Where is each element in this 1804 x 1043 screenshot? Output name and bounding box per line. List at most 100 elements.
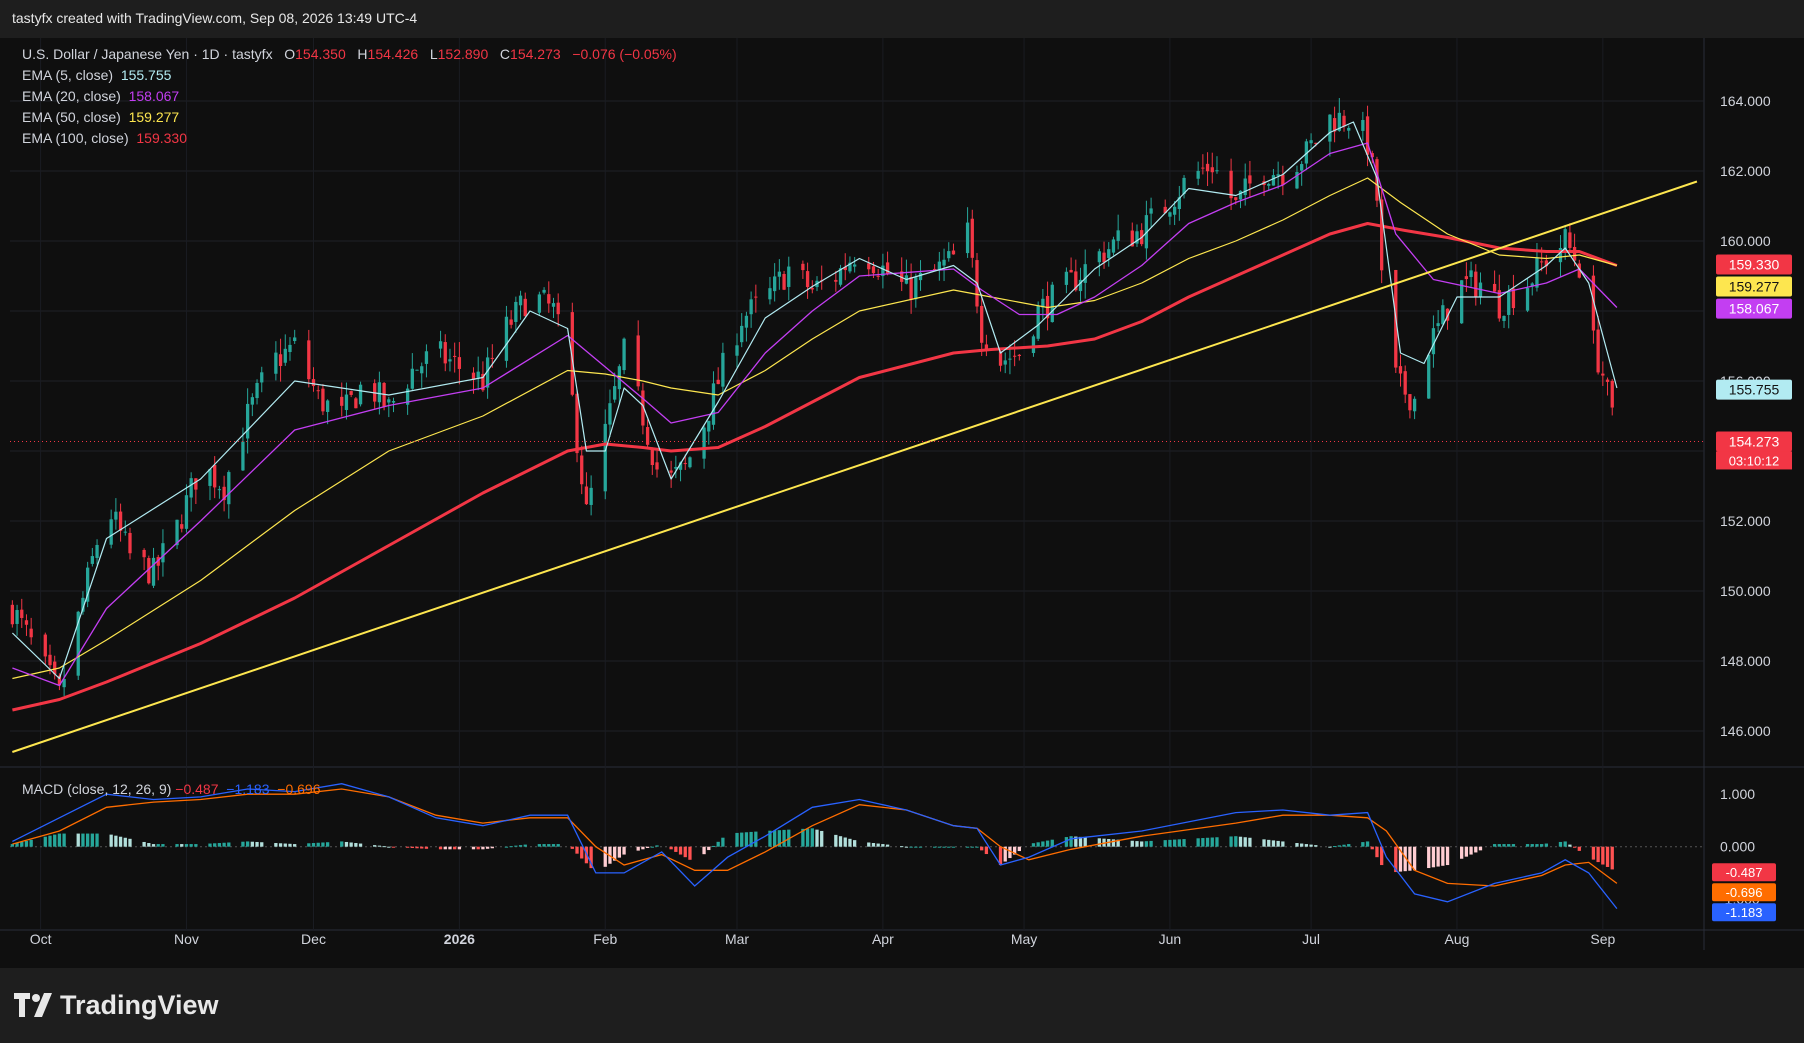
- macd-bar: [1309, 844, 1313, 847]
- macd-bar: [773, 830, 777, 847]
- candle-body: [278, 354, 283, 366]
- macd-bar: [161, 844, 165, 847]
- candle-body: [1342, 115, 1346, 127]
- ema50-legend[interactable]: EMA (50, close) 159.277: [22, 107, 677, 128]
- macd-bar: [575, 846, 579, 854]
- macd-bar: [1530, 844, 1534, 847]
- candle-body: [636, 335, 640, 387]
- candle-body: [1398, 366, 1403, 374]
- candle-body: [1309, 140, 1313, 144]
- macd-bar: [1182, 839, 1186, 847]
- macd-bar: [1149, 840, 1153, 847]
- candle-body: [1111, 239, 1116, 253]
- macd-bar: [311, 843, 316, 847]
- candle-body: [754, 296, 758, 298]
- candle-body: [1102, 252, 1106, 263]
- symbol-label[interactable]: U.S. Dollar / Japanese Yen · 1D · tastyf…: [22, 46, 273, 62]
- y-tick-label: 148.000: [1720, 653, 1771, 669]
- macd-bar: [909, 846, 913, 848]
- candle-body: [1172, 206, 1177, 215]
- macd-bar: [947, 846, 951, 848]
- macd-bar: [62, 833, 66, 847]
- candle-body: [208, 469, 212, 486]
- candle-body: [128, 532, 132, 554]
- candle-body: [947, 251, 951, 259]
- candle-body: [457, 357, 462, 369]
- footer-bar: TradingView: [0, 968, 1804, 1043]
- macd-bar: [1229, 836, 1233, 847]
- candle-body: [1248, 175, 1252, 184]
- macd-bar: [1347, 844, 1351, 847]
- candle-body: [180, 524, 184, 529]
- price-badge[interactable]: 158.067: [1716, 298, 1792, 319]
- candle-body: [217, 489, 222, 491]
- macd-bar: [156, 844, 160, 847]
- ema20-legend[interactable]: EMA (20, close) 158.067: [22, 86, 677, 107]
- candle-body: [250, 397, 254, 405]
- macd-bar: [260, 842, 264, 847]
- ema100-legend[interactable]: EMA (100, close) 159.330: [22, 128, 677, 149]
- candle-body: [867, 263, 871, 270]
- macd-bar: [1601, 846, 1605, 865]
- tradingview-brand[interactable]: TradingView: [60, 990, 219, 1021]
- macd-bar: [518, 845, 523, 847]
- macd-bar: [904, 846, 909, 848]
- macd-bar: [843, 837, 847, 847]
- candle-body: [490, 357, 494, 359]
- macd-bar: [1563, 841, 1567, 847]
- chart-canvas[interactable]: 146.000148.000150.000152.000154.000156.0…: [0, 38, 1804, 968]
- candle-body: [810, 288, 814, 290]
- candle-body: [514, 301, 518, 322]
- candle-body: [603, 423, 607, 492]
- macd-bar: [754, 831, 758, 847]
- price-badge[interactable]: 155.755: [1716, 379, 1792, 400]
- macd-bar: [391, 846, 396, 848]
- macd-bar: [1577, 846, 1581, 851]
- candle-body: [613, 386, 617, 400]
- macd-bar: [1525, 844, 1530, 847]
- macd-bar: [358, 843, 363, 847]
- candle-body: [1507, 291, 1511, 315]
- candle-body: [29, 628, 33, 638]
- candle-body: [194, 478, 198, 490]
- low-value: 152.890: [437, 46, 489, 62]
- macd-bar: [1610, 846, 1614, 870]
- candle-body: [1097, 251, 1101, 263]
- macd-bar: [57, 833, 62, 847]
- macd-legend[interactable]: MACD (close, 12, 26, 9) −0.487 −1.183 −0…: [22, 781, 321, 797]
- candle-body: [1412, 398, 1417, 412]
- candle-body: [340, 396, 344, 406]
- candle-body: [1610, 380, 1614, 408]
- candle-body: [1210, 167, 1214, 173]
- macd-bar: [918, 846, 923, 848]
- macd-bar: [1036, 842, 1040, 847]
- price-badge[interactable]: 159.330: [1716, 254, 1792, 275]
- macd-bar: [194, 844, 198, 847]
- macd-bar: [415, 846, 419, 849]
- candle-body: [1502, 315, 1506, 321]
- candle-body: [307, 340, 311, 380]
- macd-bar: [1544, 843, 1549, 847]
- ema5-legend[interactable]: EMA (5, close) 155.755: [22, 65, 677, 86]
- candle-body: [184, 495, 189, 529]
- macd-bar: [1215, 837, 1219, 847]
- candle-body: [1205, 163, 1210, 172]
- macd-bar: [1596, 846, 1600, 863]
- candle-body: [1168, 212, 1172, 217]
- candle-body: [1511, 288, 1516, 309]
- price-badge[interactable]: 154.273 03:10:12: [1716, 431, 1792, 470]
- x-tick-label: Sep: [1590, 931, 1615, 947]
- attribution-text: tastyfx created with TradingView.com, Se…: [12, 10, 418, 26]
- macd-y-tick-label: 1.000: [1720, 786, 1755, 802]
- candle-body: [1003, 360, 1007, 365]
- macd-bar: [274, 843, 278, 847]
- x-tick-label: Dec: [301, 931, 326, 947]
- macd-bar: [1234, 836, 1238, 847]
- candle-body: [453, 355, 457, 357]
- price-badge[interactable]: 159.277: [1716, 276, 1792, 297]
- macd-bar: [1163, 840, 1167, 847]
- macd-bar: [509, 846, 513, 848]
- candle-body: [354, 398, 358, 409]
- macd-bar: [1568, 844, 1572, 847]
- macd-bar: [820, 830, 824, 847]
